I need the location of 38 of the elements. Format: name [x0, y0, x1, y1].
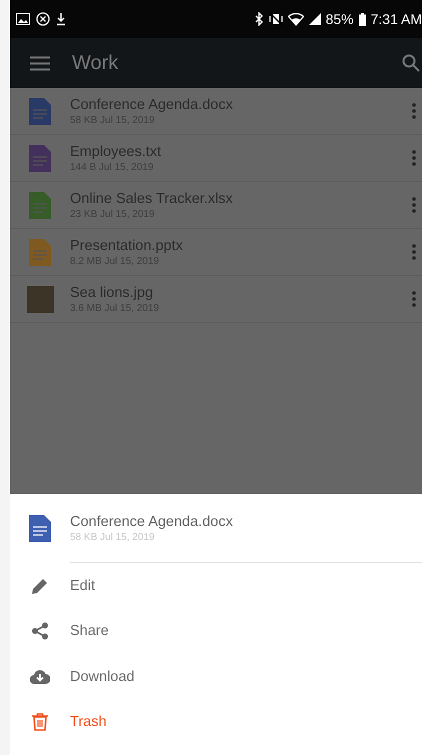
file-name: Sea lions.jpg [70, 284, 154, 300]
more-icon[interactable] [412, 103, 416, 119]
close-circle-icon [36, 12, 50, 26]
file-icon [29, 514, 51, 542]
clock: 7:31 AM [370, 11, 422, 27]
file-icon [29, 238, 51, 266]
wifi-icon [288, 12, 304, 26]
file-name: Presentation.pptx [70, 238, 184, 254]
file-name: Conference Agenda.docx [70, 514, 234, 530]
battery-percent: 85% [326, 11, 354, 27]
more-icon[interactable] [412, 244, 416, 260]
file-icon [29, 144, 51, 172]
app-title: Work [72, 52, 120, 74]
signal-icon [308, 13, 321, 25]
pencil-icon [31, 576, 49, 595]
more-icon[interactable] [412, 291, 416, 307]
trash-icon [32, 713, 48, 732]
battery-icon [358, 12, 366, 26]
more-icon[interactable] [412, 150, 416, 166]
file-name: Employees.txt [70, 144, 162, 160]
share-icon [31, 622, 49, 640]
menu-item[interactable]: Edit [10, 563, 422, 608]
file-icon [29, 98, 51, 124]
search-icon[interactable] [402, 54, 420, 72]
file-name: Conference Agenda.docx [70, 96, 234, 112]
cloud-download-icon [30, 669, 50, 684]
menu-item[interactable]: Share [10, 608, 422, 654]
bluetooth-icon [254, 12, 264, 26]
more-icon[interactable] [412, 197, 416, 213]
file-icon [29, 192, 51, 218]
menu-icon[interactable] [30, 56, 50, 70]
download-icon [56, 12, 66, 26]
menu-item[interactable]: Download [10, 654, 422, 700]
vibrate-off-icon [268, 12, 283, 26]
file-name: Online Sales Tracker.xlsx [70, 190, 234, 206]
menu-item[interactable]: Trash [10, 700, 422, 745]
photo-thumbnail [26, 286, 54, 312]
image-icon [16, 13, 30, 25]
